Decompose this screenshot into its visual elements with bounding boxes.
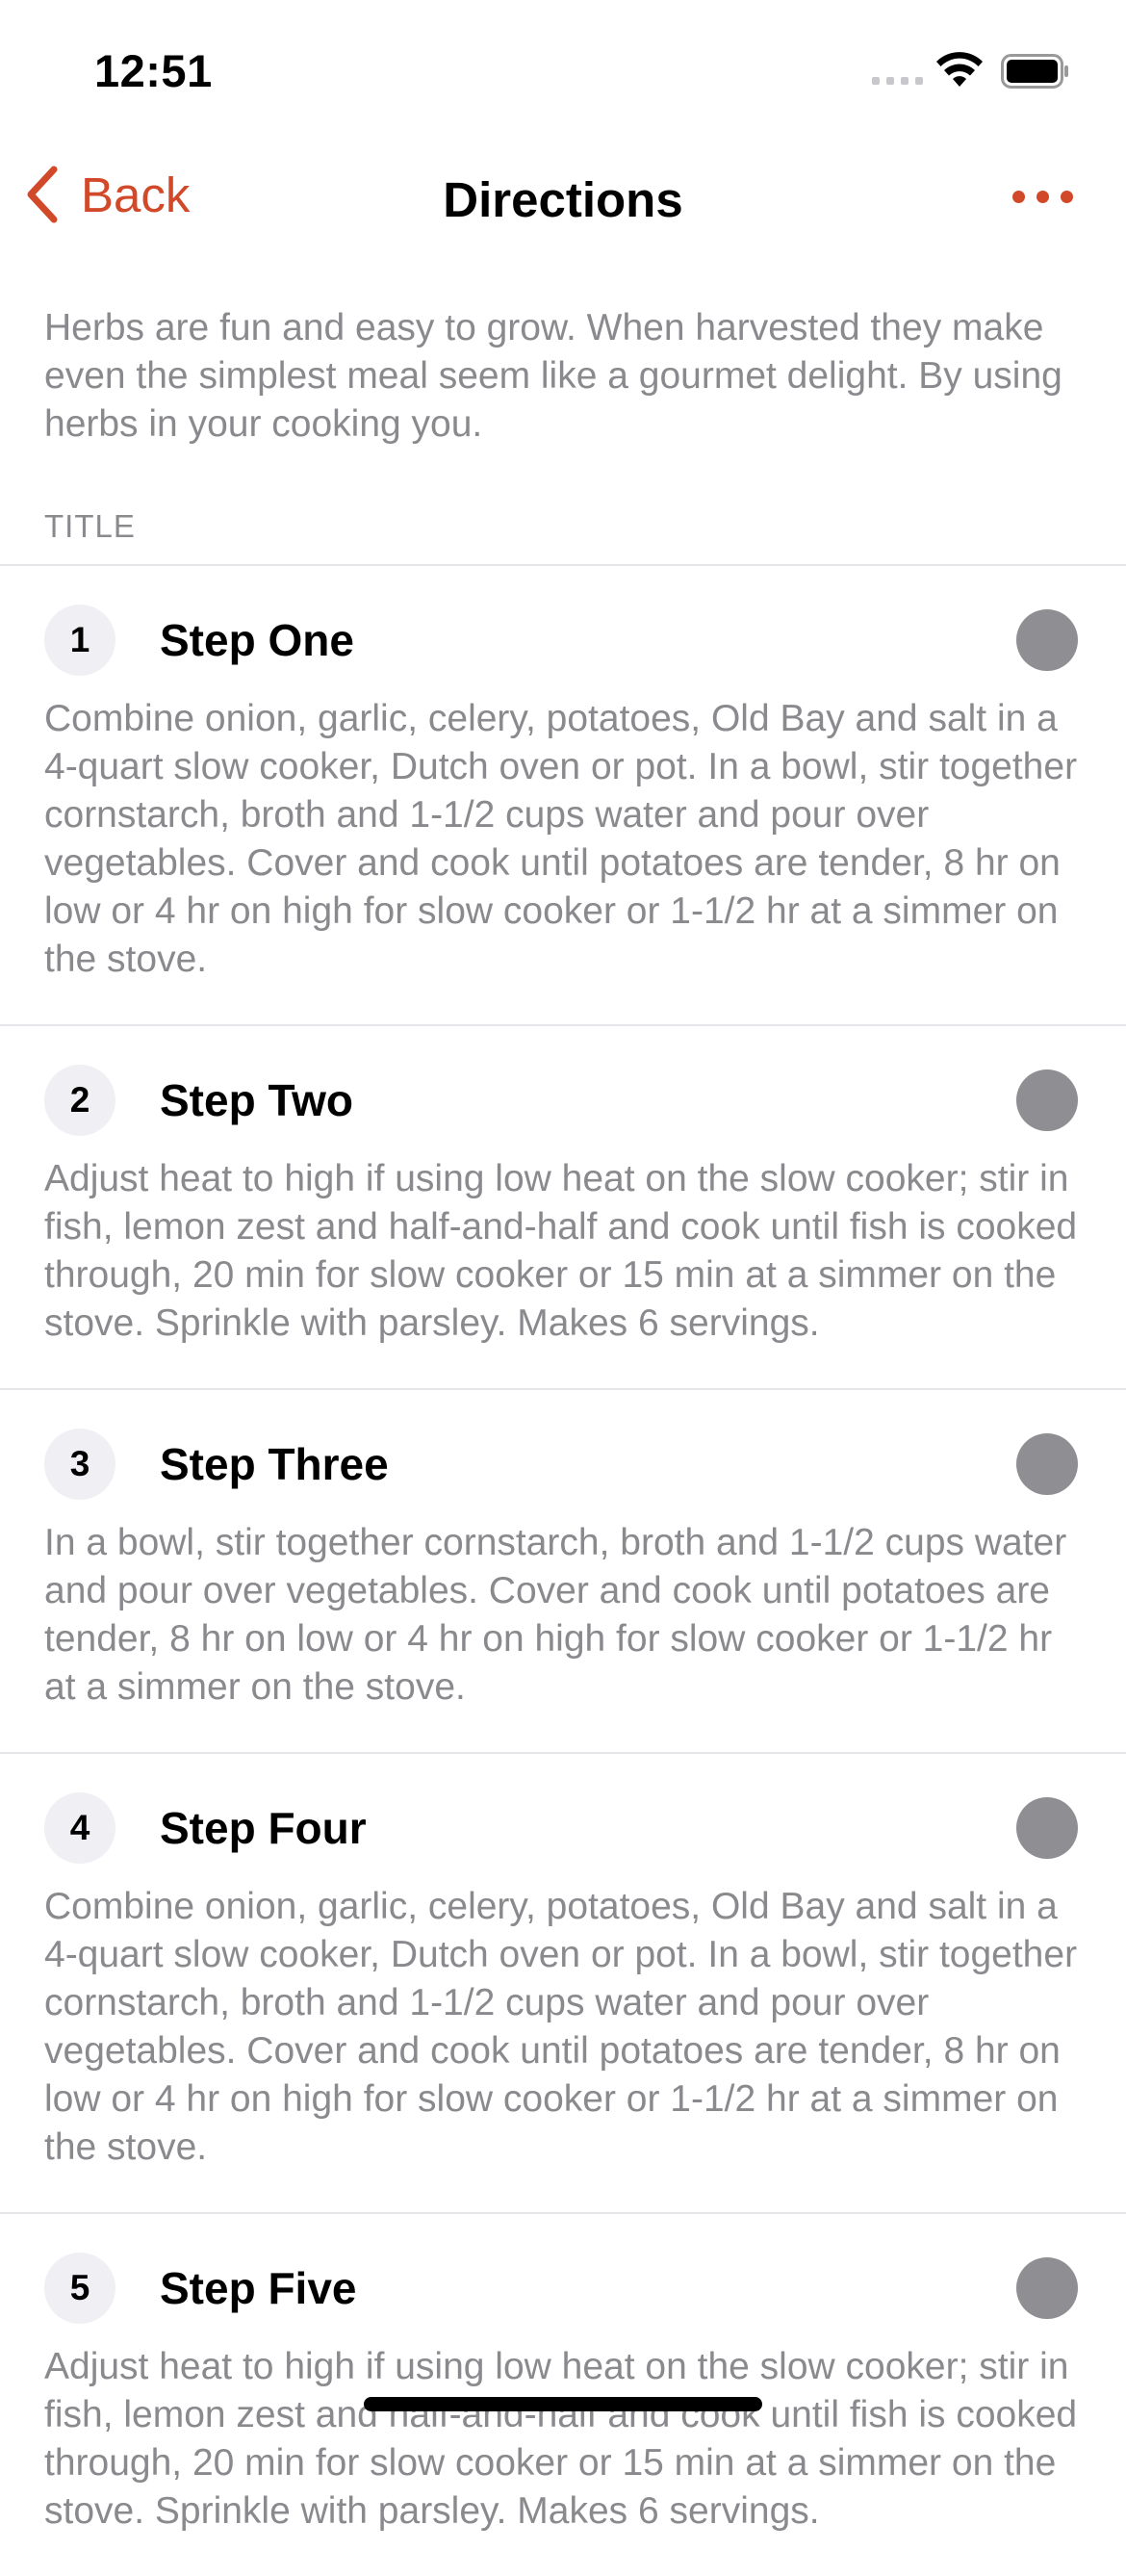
step-complete-toggle[interactable] xyxy=(1016,1797,1078,1859)
status-time: 12:51 xyxy=(94,45,213,96)
step-item: 5 Step Five Adjust heat to high if using… xyxy=(0,2212,1126,2576)
battery-icon xyxy=(1001,54,1068,89)
more-dot-icon xyxy=(1036,191,1049,203)
step-item: 1 Step One Combine onion, garlic, celery… xyxy=(0,564,1126,1024)
steps-list: 1 Step One Combine onion, garlic, celery… xyxy=(0,564,1126,2576)
wifi-icon xyxy=(936,52,983,87)
step-description: Adjust heat to high if using low heat on… xyxy=(44,2346,1078,2532)
navigation-bar: Back Directions xyxy=(0,154,1126,241)
step-title: Step Three xyxy=(160,1439,389,1489)
section-header: TITLE xyxy=(44,508,136,544)
step-item: 3 Step Three In a bowl, stir together co… xyxy=(0,1388,1126,1752)
more-dot-icon xyxy=(1061,191,1073,203)
step-item: 4 Step Four Combine onion, garlic, celer… xyxy=(0,1752,1126,2212)
step-number-badge: 5 xyxy=(44,2253,115,2324)
step-number-badge: 3 xyxy=(44,1429,115,1500)
step-description: In a bowl, stir together cornstarch, bro… xyxy=(44,1522,1067,1708)
step-complete-toggle[interactable] xyxy=(1016,1069,1078,1131)
cellular-signal-icon xyxy=(872,77,923,85)
step-title: Step Five xyxy=(160,2263,357,2313)
home-indicator[interactable] xyxy=(364,2397,762,2411)
step-complete-toggle[interactable] xyxy=(1016,1433,1078,1495)
step-description: Adjust heat to high if using low heat on… xyxy=(44,1158,1078,1344)
more-dot-icon xyxy=(1012,191,1025,203)
step-title: Step Two xyxy=(160,1075,354,1125)
intro-text: Herbs are fun and easy to grow. When har… xyxy=(44,307,1062,445)
status-bar: 12:51 xyxy=(0,0,1126,135)
step-complete-toggle[interactable] xyxy=(1016,609,1078,671)
step-complete-toggle[interactable] xyxy=(1016,2257,1078,2319)
step-description: Combine onion, garlic, celery, potatoes,… xyxy=(44,698,1078,980)
step-description: Combine onion, garlic, celery, potatoes,… xyxy=(44,1886,1078,2168)
step-number-badge: 1 xyxy=(44,605,115,676)
step-number-badge: 4 xyxy=(44,1792,115,1864)
step-title: Step One xyxy=(160,615,354,665)
more-options-button[interactable] xyxy=(1012,191,1073,203)
step-item: 2 Step Two Adjust heat to high if using … xyxy=(0,1024,1126,1388)
step-number-badge: 2 xyxy=(44,1065,115,1136)
step-title: Step Four xyxy=(160,1803,367,1853)
page-title: Directions xyxy=(443,172,683,227)
